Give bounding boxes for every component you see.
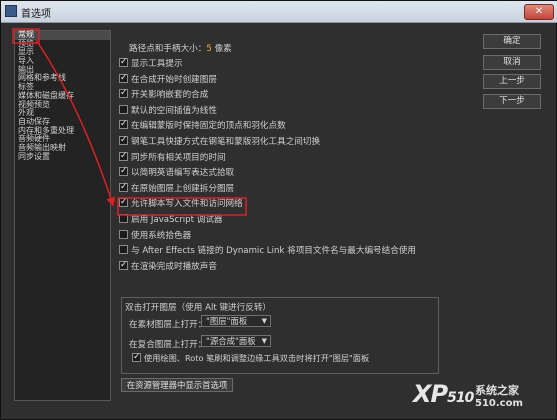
option-label: 与 After Effects 链接的 Dynamic Link 将项目文件名与… — [131, 246, 417, 257]
option-checkbox[interactable] — [119, 245, 128, 255]
watermark-logo: XP510 — [413, 380, 474, 408]
path-size-label: 路径点和手柄大小： — [129, 44, 207, 54]
option-label: 钢笔工具快捷方式在钢笔和蒙版羽化工具之间切换 — [131, 137, 321, 147]
option-checkbox[interactable] — [119, 134, 128, 146]
option-label: 在编辑蒙版时保持固定的顶点和羽化点数 — [131, 121, 286, 132]
ok-button[interactable]: 确定 — [483, 34, 541, 49]
option-row[interactable]: 在合成开始时创建图层 — [119, 72, 217, 86]
option-checkbox[interactable] — [119, 56, 128, 68]
option-row[interactable]: 在编辑蒙版时保持固定的顶点和羽化点数 — [119, 118, 286, 132]
option-row[interactable]: 显示工具提示 — [119, 56, 183, 70]
cancel-button[interactable]: 取消 — [483, 55, 541, 70]
next-button[interactable]: 下一步 — [483, 94, 541, 109]
watermark: XP510 系统之家 510.com — [413, 380, 551, 416]
watermark-logo-text: XP — [413, 380, 448, 408]
option-checkbox[interactable] — [119, 118, 128, 130]
option-row[interactable]: 钢笔工具快捷方式在钢笔和蒙版羽化工具之间切换 — [119, 134, 321, 148]
window-title: 首选项 — [21, 9, 51, 20]
path-size-unit: 像素 — [214, 44, 232, 54]
title-bar: 首选项 ✕ — [1, 1, 557, 23]
watermark-url: 510.com — [475, 398, 523, 409]
option-label: 在合成开始时创建图层 — [131, 74, 217, 85]
option-checkbox[interactable] — [119, 104, 128, 114]
path-size-setting: 路径点和手柄大小：5 像素 — [129, 42, 232, 54]
footage-layer-label: 在素材图层上打开： — [129, 320, 207, 330]
option-label: 显示工具提示 — [131, 59, 183, 69]
option-label: 默认的空间插值为线性 — [131, 105, 217, 116]
close-button[interactable]: ✕ — [524, 4, 554, 20]
option-label: 在渲染完成时播放声音 — [131, 261, 217, 272]
chevron-down-icon: ▼ — [261, 337, 267, 345]
comp-layer-value: "源合成"面板 — [206, 336, 256, 346]
reveal-preferences-button[interactable]: 在资源管理器中显示首选项 — [121, 378, 233, 392]
footage-layer-select[interactable]: "图层"面板 ▼ — [201, 315, 271, 327]
option-label: 使用系统拾色器 — [131, 230, 192, 241]
option-checkbox[interactable] — [119, 87, 128, 99]
option-checkbox[interactable] — [119, 196, 128, 208]
option-label: 以简明英语编写表达式拾取 — [131, 168, 235, 179]
option-label: 启用 JavaScript 调试器 — [131, 215, 223, 225]
option-label: 允许脚本写入文件和访问网络 — [131, 199, 243, 210]
option-checkbox[interactable] — [119, 150, 128, 162]
nav-item[interactable]: 同步设置 — [15, 152, 110, 162]
option-label: 开关影响嵌套的合成 — [131, 90, 209, 101]
double-click-title: 双击打开图层（使用 Alt 键进行反转） — [125, 303, 272, 313]
option-row[interactable]: 以简明英语编写表达式拾取 — [119, 165, 235, 179]
option-label: 同步所有相关项目的时间 — [131, 152, 226, 163]
option-checkbox[interactable] — [119, 72, 128, 84]
roto-checkbox[interactable] — [132, 351, 141, 363]
previous-button[interactable]: 上一步 — [483, 74, 541, 89]
footage-layer-value: "图层"面板 — [206, 316, 248, 326]
option-label: 在原始图层上创建拆分图层 — [131, 183, 235, 194]
option-checkbox[interactable] — [119, 229, 128, 239]
chevron-down-icon: ▼ — [261, 317, 267, 325]
app-icon — [5, 5, 17, 17]
comp-layer-label: 在复合图层上打开： — [129, 340, 207, 350]
option-row[interactable]: 同步所有相关项目的时间 — [119, 150, 226, 164]
roto-double-click-option[interactable]: 使用绘图、Roto 笔刷和调整边缘工具双击时将打开"图层"面板 — [132, 351, 370, 364]
option-row[interactable]: 开关影响嵌套的合成 — [119, 87, 209, 101]
watermark-site-name: 系统之家 — [475, 384, 519, 397]
option-checkbox[interactable] — [119, 214, 128, 223]
option-checkbox[interactable] — [119, 181, 128, 193]
option-row[interactable]: 在渲染完成时播放声音 — [119, 259, 217, 273]
option-row[interactable]: 启用 JavaScript 调试器 — [119, 214, 223, 226]
option-row[interactable]: 允许脚本写入文件和访问网络 — [119, 196, 243, 210]
option-checkbox[interactable] — [119, 259, 128, 271]
option-row[interactable]: 与 After Effects 链接的 Dynamic Link 将项目文件名与… — [119, 245, 416, 257]
option-row[interactable]: 在原始图层上创建拆分图层 — [119, 181, 235, 195]
roto-label: 使用绘图、Roto 笔刷和调整边缘工具双击时将打开"图层"面板 — [144, 353, 370, 363]
preferences-window: 首选项 ✕ 常规 预览 显示 导入 输出 网格和参考线 标签 媒体和磁盘缓存 视频预览 外观 自动保… — [0, 0, 557, 420]
option-row[interactable]: 使用系统拾色器 — [119, 229, 192, 242]
category-list[interactable]: 常规 预览 显示 导入 输出 网格和参考线 标签 媒体和磁盘缓存 视频预览 外观 自动保存 内存和多重… — [14, 30, 111, 401]
path-size-value[interactable]: 5 — [206, 44, 211, 54]
option-checkbox[interactable] — [119, 165, 128, 177]
watermark-logo-suffix: 510 — [447, 390, 474, 406]
option-row[interactable]: 默认的空间插值为线性 — [119, 104, 217, 117]
comp-layer-select[interactable]: "源合成"面板 ▼ — [201, 335, 271, 347]
